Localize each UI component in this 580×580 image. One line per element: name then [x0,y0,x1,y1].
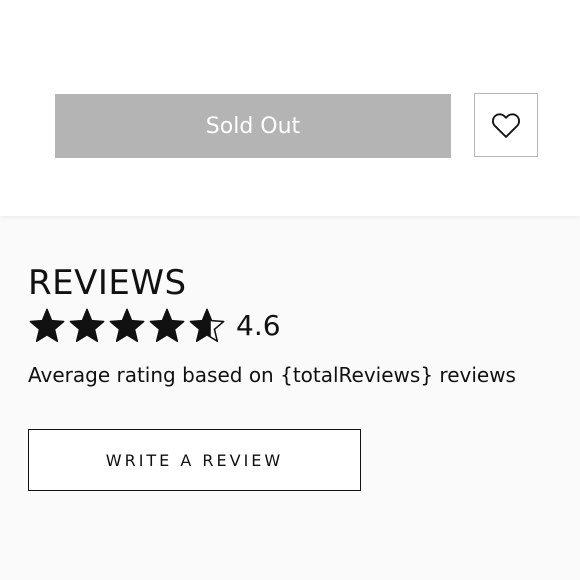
write-review-button[interactable]: WRITE A REVIEW [28,429,361,491]
rating-summary: 4.6 [28,304,580,348]
average-rating-text: Average rating based on {totalReviews} r… [28,363,516,387]
sold-out-button[interactable]: Sold Out [55,94,451,158]
heart-outline-icon [492,113,520,138]
rating-value: 4.6 [236,309,281,342]
star-full-icon [29,308,65,342]
star-full-icon [149,308,185,342]
purchase-panel: Sold Out [0,0,580,216]
star-full-icon [69,308,105,342]
wishlist-button[interactable] [474,93,538,157]
reviews-section: REVIEWS 4.6 Average rating based on {tot… [28,258,580,388]
star-full-icon [109,308,145,342]
star-half-icon [189,308,225,342]
reviews-heading: REVIEWS [28,263,187,303]
star-rating [28,307,226,345]
